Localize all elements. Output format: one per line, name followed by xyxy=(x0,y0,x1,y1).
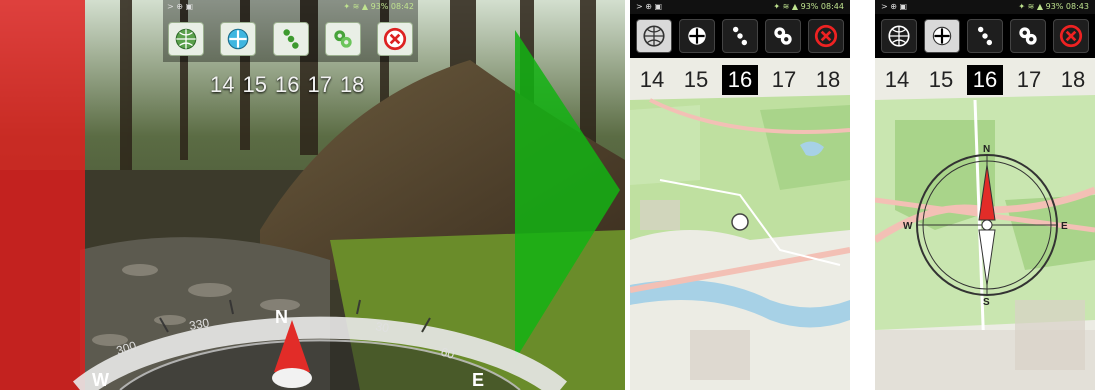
status-right: ✦ ≋ ▲ 93% 08:43 xyxy=(1018,2,1089,11)
map-toolbar xyxy=(875,14,1095,58)
map-compass-panel: N E S W > ⊕ ▣ ✦ ≋ ▲ 93% 08:43 14 15 16 1… xyxy=(875,0,1095,390)
crosshair-icon xyxy=(227,28,249,50)
status-left: > ⊕ ▣ xyxy=(636,2,663,11)
close-icon xyxy=(815,24,838,48)
compass-east-label: E xyxy=(472,370,484,390)
close-button[interactable] xyxy=(1053,19,1090,53)
status-right: ✦ ≋ ▲ 93% 08:44 xyxy=(773,2,844,11)
globe-button[interactable] xyxy=(635,19,672,53)
crosshair-button[interactable] xyxy=(220,22,257,56)
gears-icon xyxy=(334,30,352,48)
map-compass xyxy=(916,154,1058,296)
camera-toolbar xyxy=(168,22,413,60)
globe-icon xyxy=(175,28,197,50)
compass-north-label: N xyxy=(275,307,288,327)
status-right: ✦ ≋ ▲ 93% 08:42 xyxy=(343,2,414,11)
zoom-level-18[interactable]: 18 xyxy=(1055,65,1091,95)
compass-west-label: W xyxy=(903,221,913,232)
close-button[interactable] xyxy=(808,19,845,53)
zoom-level-16[interactable]: 16 xyxy=(966,65,1004,95)
route-icon xyxy=(732,26,748,46)
compass-degree-label: 30 xyxy=(374,319,390,335)
map-canvas[interactable] xyxy=(630,0,850,390)
crosshair-button[interactable] xyxy=(923,19,960,53)
camera-view-panel: N E W 300 330 30 60 > ⊕ ▣ ✦ ≋ ▲ 93% 08:4… xyxy=(0,0,625,390)
zoom-level-16[interactable]: 16 xyxy=(721,65,759,95)
status-left: > ⊕ ▣ xyxy=(167,2,194,11)
status-bar: > ⊕ ▣ ✦ ≋ ▲ 93% 08:43 xyxy=(875,0,1095,14)
zoom-level-17[interactable]: 17 xyxy=(766,65,802,95)
route-icon xyxy=(977,26,993,46)
compass-east-label: E xyxy=(1061,221,1068,232)
zoom-level-18[interactable]: 18 xyxy=(340,72,364,98)
zoom-level-15[interactable]: 15 xyxy=(923,65,959,95)
compass-south-label: S xyxy=(983,297,990,308)
zoom-levels: 14 15 16 17 18 xyxy=(630,60,850,100)
globe-button[interactable] xyxy=(168,22,204,56)
zoom-level-14[interactable]: 14 xyxy=(879,65,915,95)
status-left: > ⊕ ▣ xyxy=(881,2,908,11)
zoom-levels: 14 15 16 17 18 xyxy=(875,60,1095,100)
zoom-level-15[interactable]: 15 xyxy=(242,72,266,98)
map-canvas[interactable]: N E S W xyxy=(875,0,1095,390)
zoom-level-15[interactable]: 15 xyxy=(678,65,714,95)
zoom-level-16[interactable]: 16 xyxy=(275,72,299,98)
crosshair-icon xyxy=(932,26,951,46)
gears-button[interactable] xyxy=(765,19,802,53)
gears-icon xyxy=(774,27,792,45)
route-button[interactable] xyxy=(721,19,758,53)
camera-zoom-levels: 14 15 16 17 18 xyxy=(210,72,364,98)
gears-button[interactable] xyxy=(324,22,361,56)
zoom-level-17[interactable]: 17 xyxy=(1011,65,1047,95)
map-toolbar xyxy=(630,14,850,58)
close-icon xyxy=(1060,24,1083,48)
zoom-level-14[interactable]: 14 xyxy=(210,72,234,98)
route-button[interactable] xyxy=(272,22,309,56)
zoom-level-17[interactable]: 17 xyxy=(307,72,331,98)
zoom-level-18[interactable]: 18 xyxy=(810,65,846,95)
globe-button[interactable] xyxy=(880,19,917,53)
screenshot-collage: N E W 300 330 30 60 > ⊕ ▣ ✦ ≋ ▲ 93% 08:4… xyxy=(0,0,1095,390)
red-direction-overlay xyxy=(0,0,85,390)
gears-button[interactable] xyxy=(1010,19,1047,53)
zoom-level-14[interactable]: 14 xyxy=(634,65,670,95)
crosshair-icon xyxy=(688,27,706,45)
current-location-marker xyxy=(731,213,749,231)
status-bar: > ⊕ ▣ ✦ ≋ ▲ 93% 08:42 xyxy=(163,0,418,14)
close-icon xyxy=(383,27,407,51)
globe-icon xyxy=(888,25,910,47)
gears-icon xyxy=(1019,27,1037,45)
globe-icon xyxy=(643,25,665,47)
route-icon xyxy=(282,29,299,49)
route-button[interactable] xyxy=(966,19,1003,53)
compass-west-label: W xyxy=(92,370,109,390)
status-bar: > ⊕ ▣ ✦ ≋ ▲ 93% 08:44 xyxy=(630,0,850,14)
compass-north-label: N xyxy=(983,144,990,155)
close-button[interactable] xyxy=(377,22,413,56)
crosshair-button[interactable] xyxy=(678,19,715,53)
map-view-panel: > ⊕ ▣ ✦ ≋ ▲ 93% 08:44 14 15 16 17 18 xyxy=(630,0,850,390)
